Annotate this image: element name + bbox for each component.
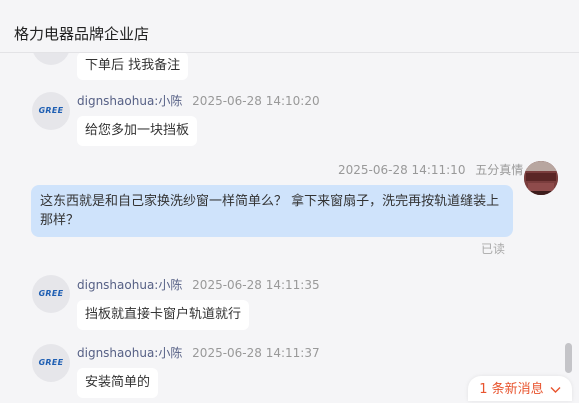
shop-title: 格力电器品牌企业店	[14, 25, 150, 43]
message-bubble: 安装简单的	[77, 368, 159, 398]
message-time: 2025-06-28 14:11:37	[192, 346, 320, 360]
message-bubble: 给您多加一块挡板	[77, 116, 198, 146]
chevron-down-icon	[550, 386, 561, 393]
user-photo-icon	[524, 161, 558, 195]
chat-header: 格力电器品牌企业店	[0, 0, 579, 53]
sender-nickname[interactable]: dignshaohua:小陈	[77, 346, 182, 360]
gree-logo-icon: GREE	[38, 106, 64, 115]
agent-avatar[interactable]: GREE	[32, 92, 70, 130]
read-status: 已读	[481, 242, 506, 256]
message-time: 2025-06-28 14:11:35	[192, 278, 320, 292]
new-message-label: 1 条新消息	[479, 382, 544, 397]
chat-history[interactable]: GREE 下单后 找我备注 GREE dignshaohua:小陈 2025-0…	[0, 53, 579, 401]
message-time: 2025-06-28 14:11:10	[338, 163, 466, 177]
sender-nickname[interactable]: dignshaohua:小陈	[77, 278, 182, 292]
message-meta: dignshaohua:小陈 2025-06-28 14:10:20	[77, 92, 320, 109]
sender-nickname: 五分真情	[475, 163, 524, 177]
my-message-bubble: 这东西就是和自己家换洗纱窗一样简单么？ 拿下来窗扇子，洗完再按轨道缝装上那样？	[31, 185, 513, 237]
user-avatar[interactable]	[524, 161, 558, 195]
message-bubble: 下单后 找我备注	[77, 53, 189, 80]
gree-logo-icon: GREE	[38, 358, 64, 367]
new-message-button[interactable]: 1 条新消息	[468, 376, 572, 401]
message-meta: 2025-06-28 14:11:10 五分真情	[338, 161, 523, 178]
message-bubble: 挡板就直接卡窗户轨道就行	[77, 300, 250, 330]
sender-nickname[interactable]: dignshaohua:小陈	[77, 94, 182, 108]
agent-avatar[interactable]: GREE	[32, 344, 70, 382]
message-meta: dignshaohua:小陈 2025-06-28 14:11:35	[77, 276, 320, 293]
gree-logo-icon: GREE	[38, 289, 64, 298]
message-meta: dignshaohua:小陈 2025-06-28 14:11:37	[77, 344, 320, 361]
scrollbar-thumb[interactable]	[565, 343, 572, 373]
message-time: 2025-06-28 14:10:20	[192, 94, 320, 108]
agent-avatar[interactable]: GREE	[32, 275, 70, 313]
agent-avatar[interactable]: GREE	[32, 53, 70, 65]
